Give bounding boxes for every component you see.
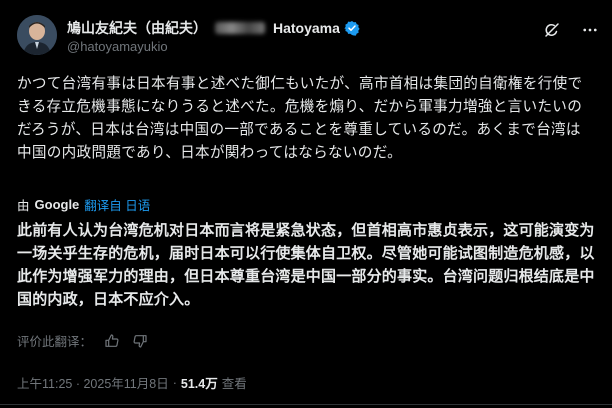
thumb-down-icon[interactable] <box>132 333 148 349</box>
post-meta: 上午11:25 · 2025年11月8日 · 51.4万 查看 <box>17 373 247 392</box>
translated-by-prefix: 由 <box>17 199 30 213</box>
rate-translation-label: 评价此翻译： <box>17 335 93 349</box>
post: 鳩山友紀夫（由紀夫） Hatoyama @hatoyamayukio かつて台湾 <box>0 0 612 408</box>
views-count: 51.4万 <box>180 377 218 391</box>
translation-attribution: 由 Google 翻译自 日语 <box>17 195 150 214</box>
post-timestamp[interactable]: 上午11:25 · 2025年11月8日 <box>17 373 169 392</box>
meta-separator: · <box>172 375 177 390</box>
author-name-row[interactable]: 鳩山友紀夫（由紀夫） Hatoyama <box>67 18 360 38</box>
verified-badge-icon <box>344 20 360 36</box>
divider <box>0 404 612 405</box>
post-actions-top <box>542 20 600 40</box>
rate-translation: 评价此翻译： <box>17 331 148 350</box>
blurred-name-segment <box>215 22 265 34</box>
views-label: 查看 <box>221 377 247 391</box>
author-handle[interactable]: @hatoyamayukio <box>67 39 168 54</box>
translated-from-link[interactable]: 翻译自 日语 <box>84 195 150 214</box>
more-icon[interactable] <box>580 20 600 40</box>
post-translation-text: 此前有人认为台湾危机对日本而言将是紧急状态，但首相高市惠贞表示，这可能演变为一场… <box>17 222 595 308</box>
avatar[interactable] <box>17 15 57 55</box>
translator-brand: Google <box>34 197 80 212</box>
thumb-up-icon[interactable] <box>104 333 120 349</box>
author-display-name[interactable]: 鳩山友紀夫（由紀夫） <box>67 18 207 38</box>
post-original-text: かつて台湾有事は日本有事と述べた御仁もいたが、高市首相は集団的自衛権を行使できる… <box>17 76 583 161</box>
author-display-name-latin[interactable]: Hatoyama <box>273 20 340 36</box>
grok-icon[interactable] <box>542 20 562 40</box>
